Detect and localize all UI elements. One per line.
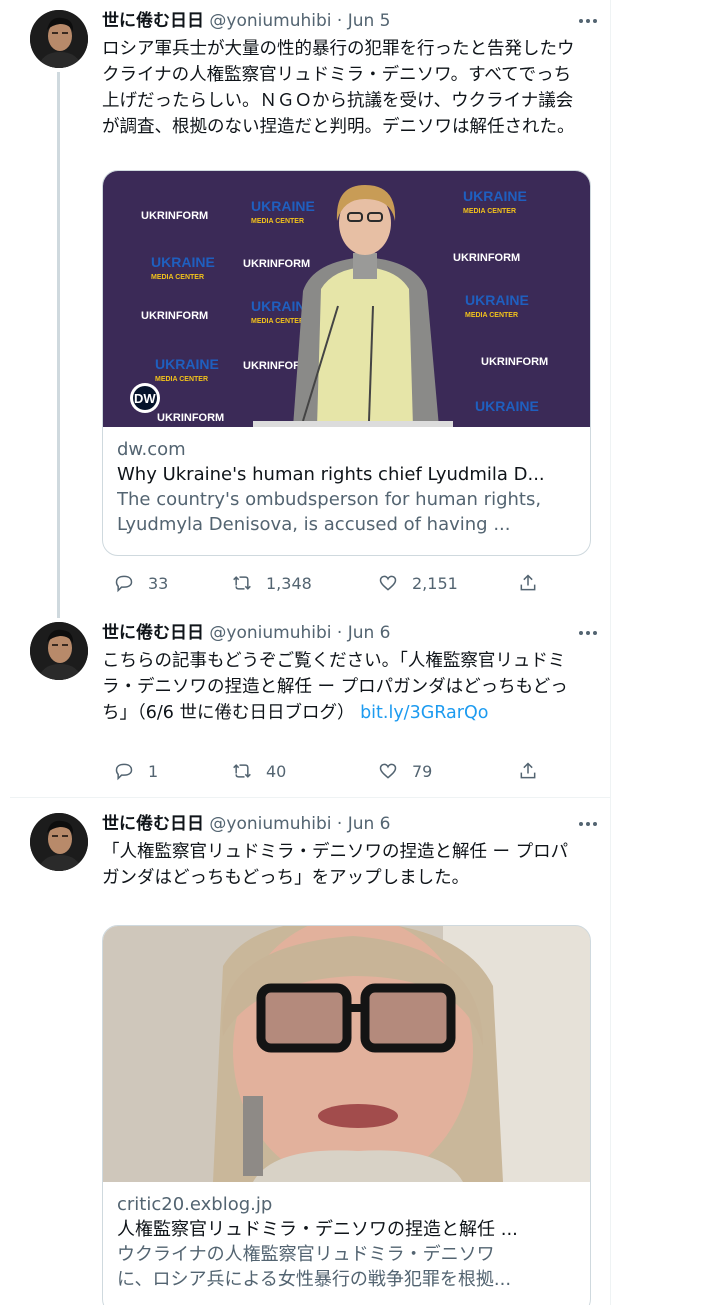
backdrop-logo-sub: MEDIA CENTER — [151, 274, 204, 281]
backdrop-label: UKRINFORM — [243, 258, 310, 270]
tweet-text: こちらの記事もどうぞご覧ください。「人権監察官リュドミラ・デニソワの捏造と解任 … — [102, 648, 582, 726]
like-count: 2,151 — [412, 573, 458, 593]
backdrop-logo: UKRAINE — [251, 198, 315, 214]
card-image[interactable] — [103, 926, 590, 1182]
retweet-icon — [233, 576, 251, 590]
tweet[interactable]: 世に倦む日日 @yoniumuhibi · Jun 5 ロシア軍兵士が大量の性的… — [10, 8, 611, 618]
tweet-header: 世に倦む日日 @yoniumuhibi · Jun 6 — [102, 811, 602, 837]
tweet-text: ロシア軍兵士が大量の性的暴行の犯罪を行ったと告発したウクライナの人権監察官リュド… — [102, 39, 575, 137]
tweet-date[interactable]: Jun 6 — [348, 814, 391, 834]
user-handle[interactable]: @yoniumuhibi — [209, 814, 331, 834]
tweet[interactable]: 世に倦む日日 @yoniumuhibi · Jun 6 こちらの記事もどうぞご覧… — [10, 620, 611, 796]
card-description: The country's ombudsperson for human rig… — [117, 489, 542, 535]
avatar[interactable] — [30, 622, 88, 680]
reply-icon — [115, 763, 133, 781]
separator-dot: · — [331, 623, 348, 643]
card-description: に、ロシア兵による女性暴行の戦争犯罪を根拠... — [117, 1269, 512, 1290]
card-description: ウクライナの人権監察官リュドミラ・デニソワ — [117, 1244, 495, 1265]
user-handle[interactable]: @yoniumuhibi — [209, 11, 331, 31]
like-button[interactable]: 79 — [378, 758, 432, 784]
share-button[interactable] — [518, 570, 538, 596]
backdrop-logo-sub: MEDIA CENTER — [251, 218, 304, 225]
more-icon[interactable] — [575, 8, 601, 34]
timeline: 世に倦む日日 @yoniumuhibi · Jun 5 ロシア軍兵士が大量の性的… — [10, 0, 611, 1305]
tweet-header: 世に倦む日日 @yoniumuhibi · Jun 5 — [102, 8, 602, 34]
separator-dot: · — [331, 11, 348, 31]
backdrop-label: UKRINFORM — [141, 310, 208, 322]
display-name[interactable]: 世に倦む日日 — [102, 814, 204, 834]
reply-count: 33 — [148, 573, 169, 593]
backdrop-logo: UKRAINE — [475, 398, 539, 414]
card-title[interactable]: Why Ukraine's human rights chief Lyudmil… — [117, 462, 576, 487]
backdrop-logo-sub: MEDIA CENTER — [251, 318, 304, 325]
like-count: 79 — [412, 761, 433, 781]
reply-button[interactable]: 1 — [114, 758, 158, 784]
tweet-actions: 1 40 79 — [102, 758, 542, 784]
more-icon[interactable] — [575, 620, 601, 646]
tweet-text-body: こちらの記事もどうぞご覧ください。「人権監察官リュドミラ・デニソワの捏造と解任 … — [102, 651, 568, 723]
card-title[interactable]: 人権監察官リュドミラ・デニソワの捏造と解任 ... — [117, 1217, 576, 1242]
avatar[interactable] — [30, 813, 88, 871]
card-body: critic20.exblog.jp 人権監察官リュドミラ・デニソワの捏造と解任… — [103, 1182, 590, 1292]
display-name[interactable]: 世に倦む日日 — [102, 11, 204, 31]
tweet-date[interactable]: Jun 5 — [348, 11, 391, 31]
retweet-button[interactable]: 40 — [232, 758, 286, 784]
tweet-date[interactable]: Jun 6 — [348, 623, 391, 643]
dw-logo: DW — [134, 391, 156, 406]
separator-dot: · — [331, 814, 348, 834]
share-icon — [520, 762, 536, 779]
like-icon — [379, 575, 397, 591]
display-name[interactable]: 世に倦む日日 — [102, 623, 204, 643]
like-icon — [379, 763, 397, 779]
backdrop-logo: UKRAINE — [463, 188, 527, 204]
share-icon — [520, 574, 536, 591]
avatar[interactable] — [30, 10, 88, 68]
tweet[interactable]: 世に倦む日日 @yoniumuhibi · Jun 6 「人権監察官リュドミラ・… — [10, 811, 611, 1305]
more-icon[interactable] — [575, 811, 601, 837]
card-domain: critic20.exblog.jp — [117, 1194, 273, 1215]
backdrop-logo: UKRAINE — [465, 292, 529, 308]
reply-button[interactable]: 33 — [114, 570, 168, 596]
backdrop-label: UKRINFORM — [481, 356, 548, 368]
retweet-count: 40 — [266, 761, 287, 781]
card-body: dw.com Why Ukraine's human rights chief … — [103, 427, 590, 537]
share-button[interactable] — [518, 758, 538, 784]
backdrop-logo-sub: MEDIA CENTER — [463, 208, 516, 215]
retweet-icon — [233, 764, 251, 778]
tweet-actions: 33 1,348 2,151 — [102, 570, 542, 596]
tweet-header: 世に倦む日日 @yoniumuhibi · Jun 6 — [102, 620, 602, 646]
backdrop-logo-sub: MEDIA CENTER — [155, 376, 208, 383]
retweet-button[interactable]: 1,348 — [232, 570, 312, 596]
backdrop-label: UKRINFORM — [141, 210, 208, 222]
retweet-count: 1,348 — [266, 573, 312, 593]
thread-line — [57, 72, 60, 618]
backdrop-logo-sub: MEDIA CENTER — [465, 312, 518, 319]
backdrop-logo: UKRAINE — [155, 356, 219, 372]
link-card[interactable]: critic20.exblog.jp 人権監察官リュドミラ・デニソワの捏造と解任… — [102, 925, 591, 1305]
reply-count: 1 — [148, 761, 159, 781]
reply-icon — [115, 575, 133, 593]
backdrop-label: UKRINFORM — [157, 412, 224, 424]
backdrop-label: UKRINFORM — [453, 252, 520, 264]
card-image[interactable]: UKRINFORM UKRINFORM UKRINFORM UKRINFORM … — [103, 171, 590, 427]
tweet-divider — [10, 797, 611, 798]
like-button[interactable]: 2,151 — [378, 570, 458, 596]
user-handle[interactable]: @yoniumuhibi — [209, 623, 331, 643]
tweet-link[interactable]: bit.ly/3GRarQo — [360, 703, 488, 723]
card-domain: dw.com — [117, 439, 186, 460]
backdrop-logo: UKRAINE — [151, 254, 215, 270]
tweet-text: 「人権監察官リュドミラ・デニソワの捏造と解任 ー プロパガンダはどっちもどっち」… — [102, 842, 569, 888]
link-card[interactable]: UKRINFORM UKRINFORM UKRINFORM UKRINFORM … — [102, 170, 591, 556]
